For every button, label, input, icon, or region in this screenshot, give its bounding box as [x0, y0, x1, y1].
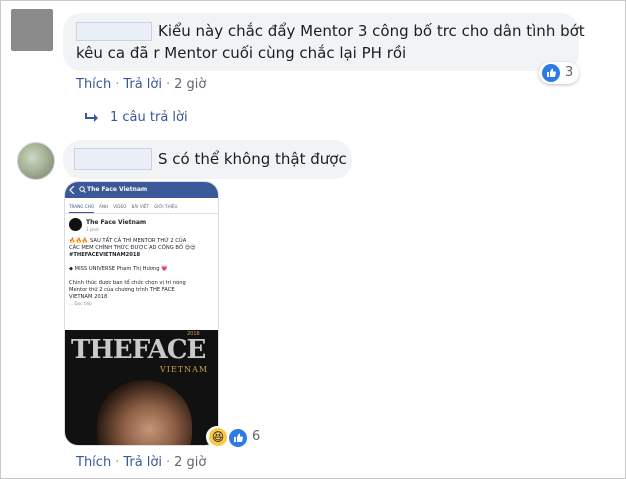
- portrait-figure: [97, 380, 192, 445]
- screenshot-page-name: The Face Vietnam: [86, 219, 147, 226]
- separator-dot: ·: [115, 77, 120, 92]
- search-icon: [79, 186, 86, 193]
- timestamp[interactable]: 2 giờ: [174, 455, 206, 470]
- like-reaction-icon: [228, 428, 248, 448]
- screenshot-tab: TRANG CHỦ: [69, 200, 95, 213]
- timestamp[interactable]: 2 giờ: [174, 77, 206, 92]
- screenshot-post-line: CÁC MEM CHÍNH THỨC ĐƯỢC AD CÔNG BỐ 😍😍: [69, 245, 196, 251]
- page-logo: [69, 218, 82, 231]
- redacted-author-name: [74, 148, 152, 170]
- like-link[interactable]: Thích: [76, 77, 111, 92]
- separator-dot: ·: [165, 77, 171, 92]
- screenshot-search-text: The Face Vietnam: [87, 186, 148, 193]
- screenshot-read-more: ... Đọc tiếp: [69, 301, 92, 306]
- screenshot-post-line: 🔥🔥🔥 SAU TẤT CẢ THÌ MENTOR THỨ 2 CỦA: [69, 238, 187, 244]
- screenshot-header-bar: The Face Vietnam: [65, 182, 218, 198]
- comment-text: S có thể không thật được: [158, 150, 347, 168]
- reaction-summary[interactable]: 3: [539, 62, 579, 84]
- screenshot-tab: GIỚI THIỆU: [154, 204, 178, 209]
- reply-arrow-icon: [85, 112, 98, 122]
- haha-reaction-icon: 😆: [209, 428, 227, 446]
- screenshot-post-line: Chính thức được ban tổ chức chọn vị trí …: [69, 280, 186, 286]
- screenshot-post-line: ◆ MISS UNIVERSE Phạm Thị Hương 💗: [69, 266, 168, 272]
- attached-screenshot[interactable]: The Face Vietnam TRANG CHỦ ẢNH VIDEO BÀI…: [64, 181, 219, 446]
- avatar[interactable]: [11, 9, 53, 51]
- poster-brand-text: THEFACE: [71, 335, 206, 365]
- reaction-count: 6: [252, 429, 261, 444]
- separator-dot: ·: [165, 455, 171, 470]
- screenshot-poster-image: THEFACE VIETNAM 2018: [65, 330, 218, 445]
- separator-dot: ·: [115, 455, 120, 470]
- comment-text-continued: kêu ca đã r Mentor cuối cùng chắc lại PH…: [76, 44, 407, 62]
- screenshot-tabs: TRANG CHỦ ẢNH VIDEO BÀI VIẾT GIỚI THIỆU: [65, 200, 218, 214]
- screenshot-tab: VIDEO: [113, 204, 127, 209]
- view-replies-link[interactable]: 1 câu trả lời: [84, 110, 188, 125]
- screenshot-tab: ẢNH: [99, 204, 109, 209]
- like-reaction-icon: [542, 64, 560, 82]
- poster-year-text: 2018: [187, 331, 200, 337]
- poster-subbrand-text: VIETNAM: [160, 365, 209, 374]
- like-link[interactable]: Thích: [76, 455, 111, 470]
- reaction-count: 3: [565, 65, 574, 80]
- screenshot-post-line: Mentor thứ 2 của chương trình THE FACE: [69, 287, 175, 293]
- screenshot-hashtag: #THEFACEVIETNAM2018: [69, 252, 141, 258]
- screenshot-post-time: 3 phút: [86, 227, 99, 232]
- screenshot-tab: BÀI VIẾT: [131, 204, 150, 209]
- comment-text: Kiểu này chắc đẩy Mentor 3 công bố trc c…: [158, 22, 585, 40]
- comment-actions: Thích · Trả lời · 2 giờ: [76, 455, 206, 471]
- replies-count-label: 1 câu trả lời: [110, 110, 188, 125]
- screenshot-post-line: VIETNAM 2018: [69, 294, 108, 300]
- reply-link[interactable]: Trả lời: [123, 77, 162, 92]
- reply-link[interactable]: Trả lời: [123, 455, 162, 470]
- reaction-summary[interactable]: 😆 6: [206, 426, 266, 448]
- back-arrow-icon: [69, 186, 75, 194]
- avatar[interactable]: [17, 142, 55, 180]
- redacted-author-name: [76, 22, 152, 41]
- comment-actions: Thích · Trả lời · 2 giờ: [76, 77, 206, 93]
